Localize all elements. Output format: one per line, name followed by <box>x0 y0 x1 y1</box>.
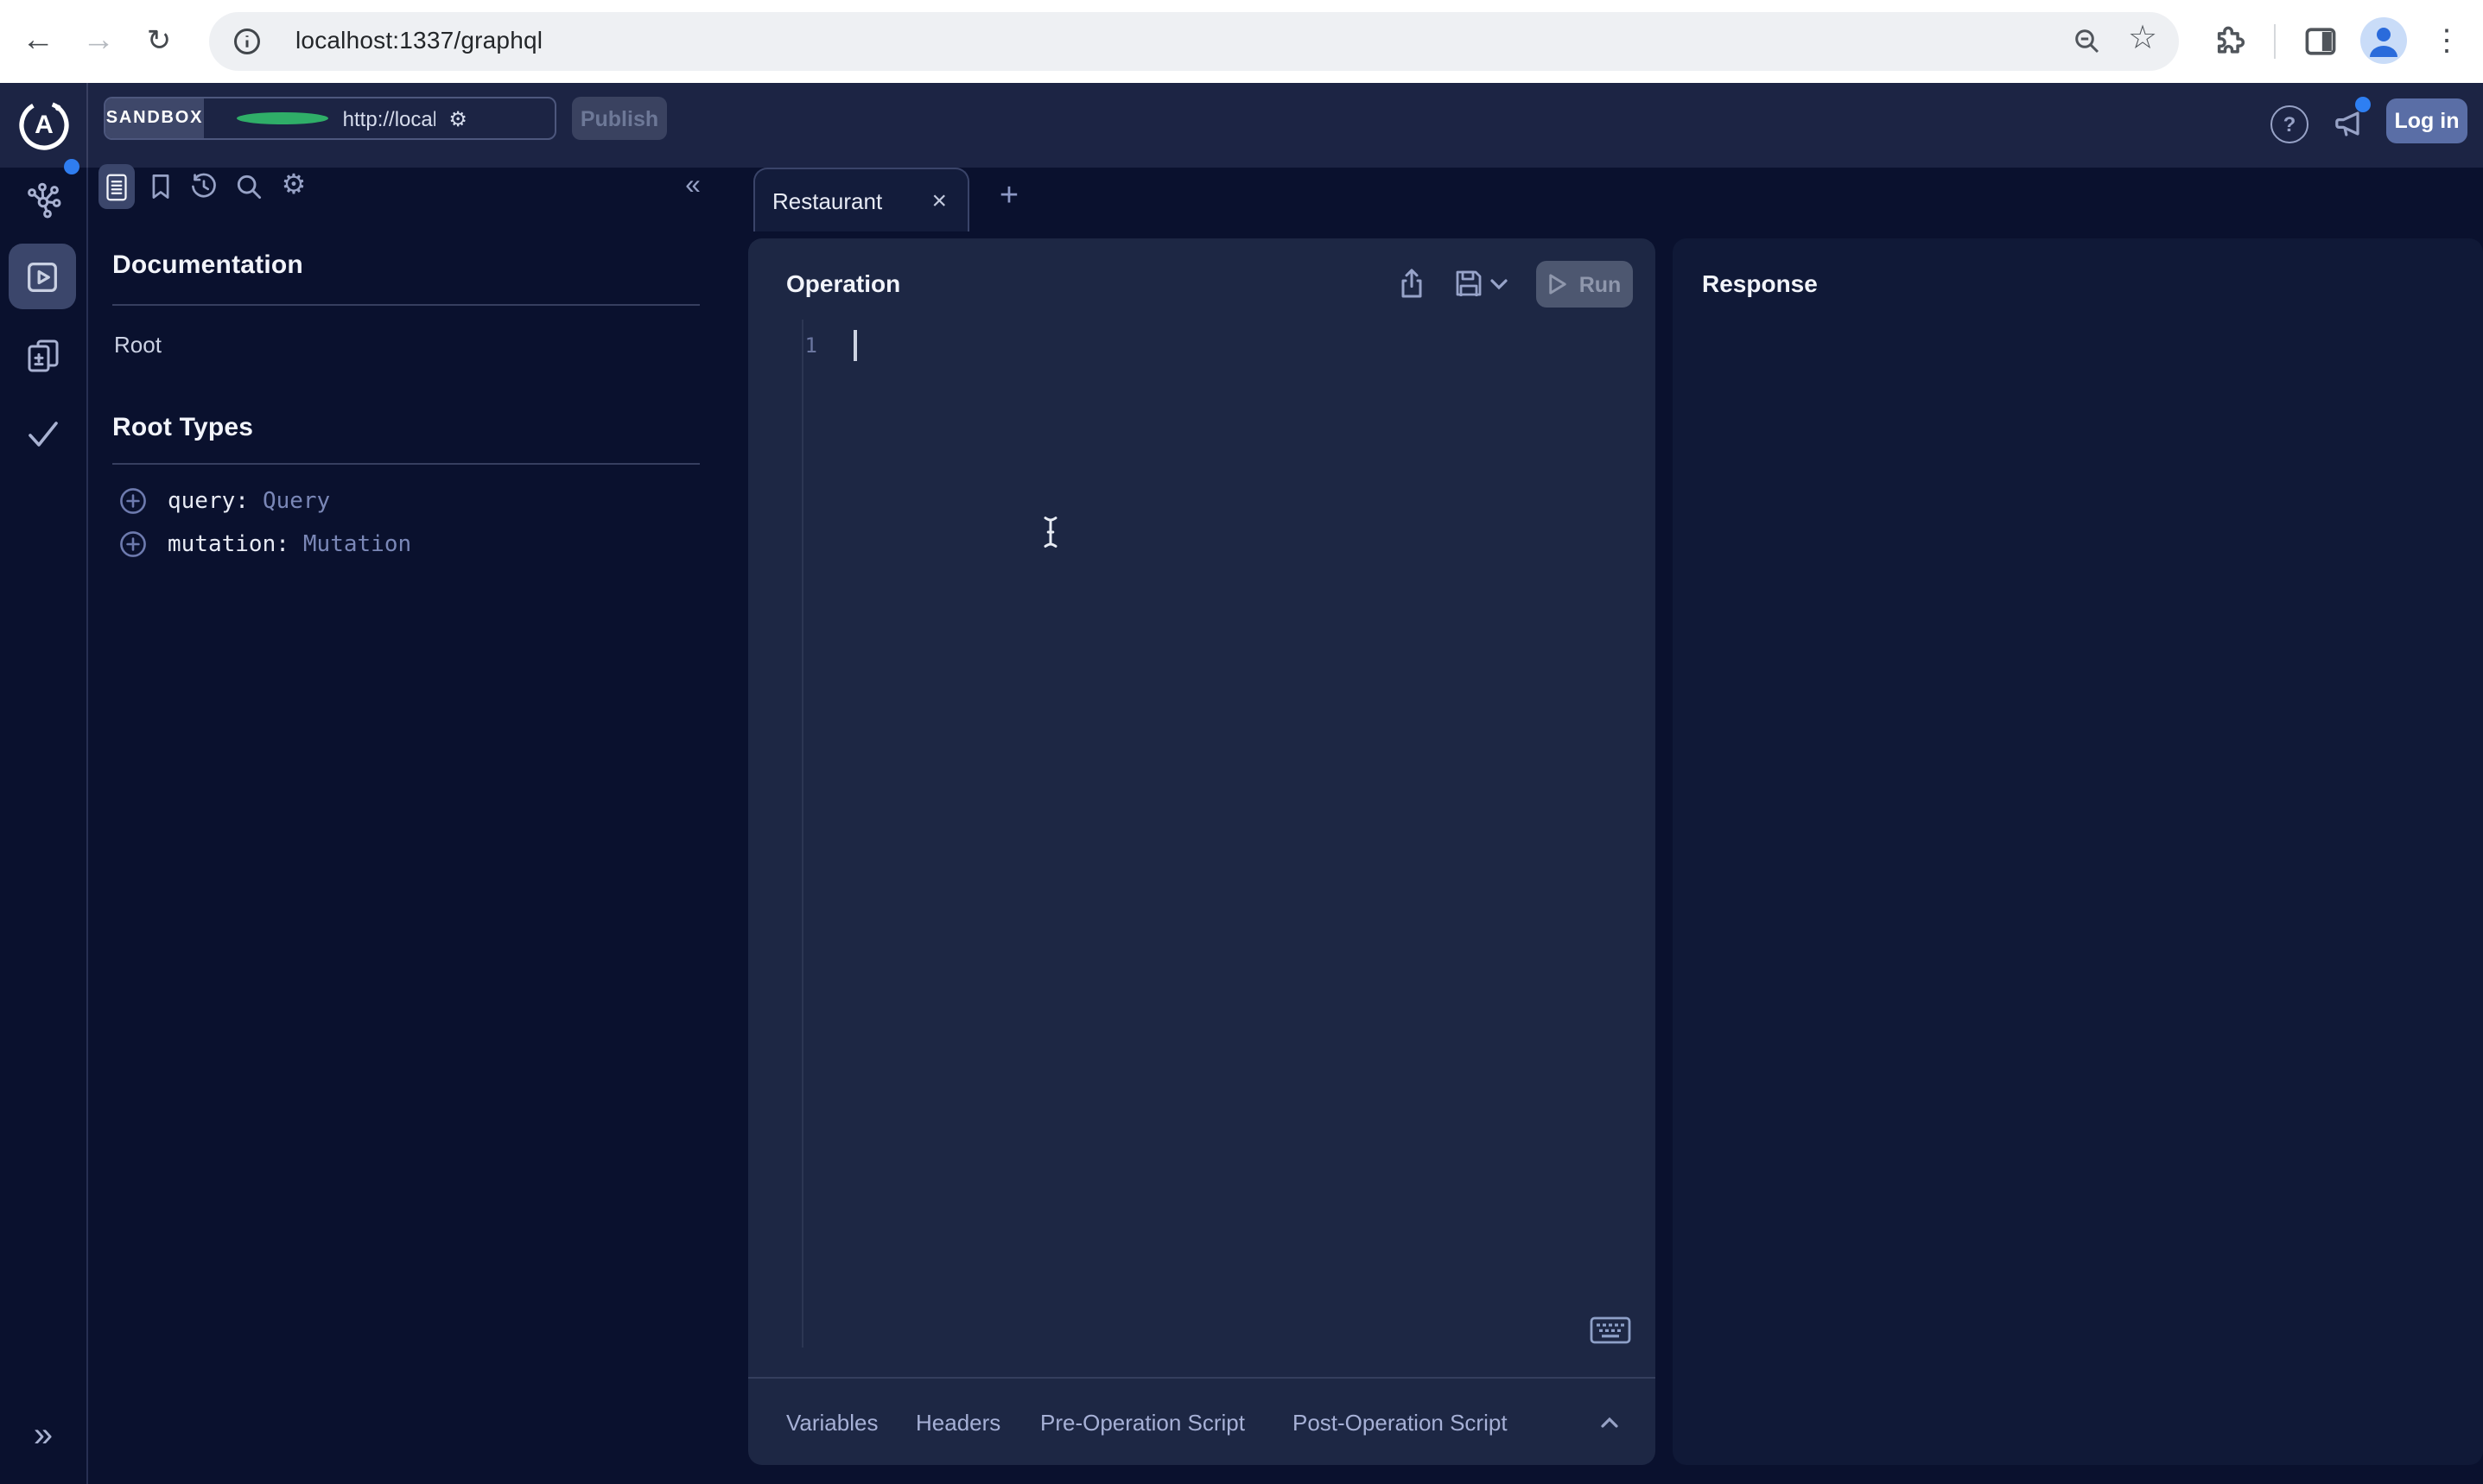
footer-tab-headers[interactable]: Headers <box>916 1410 1000 1436</box>
share-operation-icon[interactable] <box>1394 266 1429 301</box>
root-types-divider <box>112 463 700 465</box>
documentation-tab-active[interactable] <box>98 164 135 209</box>
field-name[interactable]: query: <box>168 488 249 514</box>
apollo-logo[interactable]: A <box>16 97 73 154</box>
expand-rail-icon[interactable]: » <box>0 1417 86 1456</box>
publish-button[interactable]: Publish <box>572 97 667 140</box>
run-play-icon <box>1548 273 1567 295</box>
mouse-ibeam-cursor <box>1040 515 1061 549</box>
endpoint-group: SANDBOX http://localhost:1337/gra... ⚙ <box>104 97 556 140</box>
url-text[interactable]: localhost:1337/graphql <box>295 26 543 54</box>
endpoint-url-text: http://localhost:1337/gra... <box>343 106 435 130</box>
apollo-sandbox-window: ← → ↻ localhost:1337/graphql ☆ <box>0 0 2483 1484</box>
toolbar-divider <box>2274 24 2276 59</box>
login-button[interactable]: Log in <box>2386 98 2467 143</box>
forward-icon[interactable]: → <box>74 0 123 83</box>
close-tab-icon[interactable]: × <box>926 184 952 217</box>
editor-line-number: 1 <box>797 333 817 358</box>
run-label: Run <box>1579 272 1622 296</box>
sandbox-badge: SANDBOX <box>105 98 204 138</box>
tab-restaurant[interactable]: Restaurant × <box>753 168 969 231</box>
footer-tab-post-operation-script[interactable]: Post-Operation Script <box>1292 1410 1508 1436</box>
save-operation-icon[interactable] <box>1451 266 1486 301</box>
zoom-out-icon[interactable] <box>2072 26 2103 57</box>
docs-root-link[interactable]: Root <box>114 332 162 358</box>
tab-label: Restaurant <box>772 187 926 213</box>
footer-tab-variables[interactable]: Variables <box>786 1410 878 1436</box>
toolbar-section-divider <box>86 83 88 168</box>
endpoint-url-input[interactable]: http://localhost:1337/gra... ⚙ <box>204 98 555 138</box>
explorer-tab-active[interactable] <box>9 244 76 309</box>
notification-dot <box>2355 97 2371 112</box>
documentation-panel: ⚙ « Documentation Root Root Types query:… <box>86 168 750 1484</box>
operation-panel: Operation Run 1 <box>748 238 1655 1465</box>
docs-title: Documentation <box>112 251 303 280</box>
left-icon-rail: » <box>0 168 86 1484</box>
reload-icon[interactable]: ↻ <box>135 0 183 83</box>
add-query-icon[interactable] <box>119 487 147 515</box>
run-button[interactable]: Run <box>1536 261 1633 308</box>
query-field-row[interactable]: query: Query <box>119 485 330 517</box>
docs-divider <box>112 304 700 306</box>
back-icon[interactable]: ← <box>14 0 62 83</box>
search-icon[interactable] <box>233 171 264 202</box>
expand-footer-chevron-icon[interactable] <box>1600 1415 1619 1429</box>
footer-divider <box>748 1377 1655 1379</box>
field-name[interactable]: mutation: <box>168 531 289 557</box>
apollo-logo-letter: A <box>16 97 73 154</box>
browser-toolbar: ← → ↻ localhost:1337/graphql ☆ <box>0 0 2483 83</box>
keyboard-shortcuts-icon[interactable] <box>1590 1316 1631 1344</box>
field-type-link[interactable]: Mutation <box>303 531 411 557</box>
operation-tab-bar: Restaurant × + <box>748 168 1655 238</box>
extensions-icon[interactable] <box>2210 22 2248 60</box>
collapse-docs-icon[interactable]: « <box>674 168 712 206</box>
footer-tab-pre-operation-script[interactable]: Pre-Operation Script <box>1040 1410 1245 1436</box>
save-options-chevron-icon[interactable] <box>1489 278 1508 292</box>
response-panel: Response <box>1673 238 2483 1465</box>
field-type-link[interactable]: Query <box>263 488 330 514</box>
mutation-field-row[interactable]: mutation: Mutation <box>119 529 411 560</box>
site-info-icon[interactable] <box>232 26 263 57</box>
apollo-toolbar: A SANDBOX http://localhost:1337/gra... ⚙… <box>0 83 2483 168</box>
operation-title: Operation <box>786 270 900 297</box>
profile-avatar[interactable] <box>2360 17 2407 64</box>
history-icon[interactable] <box>188 171 219 202</box>
connection-settings-gear-icon[interactable]: ⚙ <box>448 108 541 129</box>
response-title: Response <box>1702 270 1818 297</box>
explorer-settings-gear-icon[interactable]: ⚙ <box>276 168 311 206</box>
connection-status-dot <box>237 112 329 124</box>
add-mutation-icon[interactable] <box>119 530 147 558</box>
root-types-title: Root Types <box>112 413 253 442</box>
side-panel-icon[interactable] <box>2302 22 2340 60</box>
schema-diff-icon[interactable] <box>22 335 64 377</box>
address-bar[interactable]: localhost:1337/graphql ☆ <box>209 12 2179 71</box>
checks-icon[interactable] <box>22 413 64 454</box>
new-tab-icon[interactable]: + <box>990 176 1028 218</box>
bookmark-star-icon[interactable]: ☆ <box>2127 19 2158 50</box>
schema-notification-dot <box>64 159 79 174</box>
schema-graph-icon[interactable] <box>22 180 64 221</box>
browser-menu-icon[interactable]: ⋮ <box>2426 0 2467 83</box>
operation-editor[interactable] <box>824 316 1638 1119</box>
help-icon[interactable]: ? <box>2270 105 2308 143</box>
editor-gutter-line <box>802 320 803 1348</box>
bookmark-icon[interactable] <box>145 171 176 202</box>
